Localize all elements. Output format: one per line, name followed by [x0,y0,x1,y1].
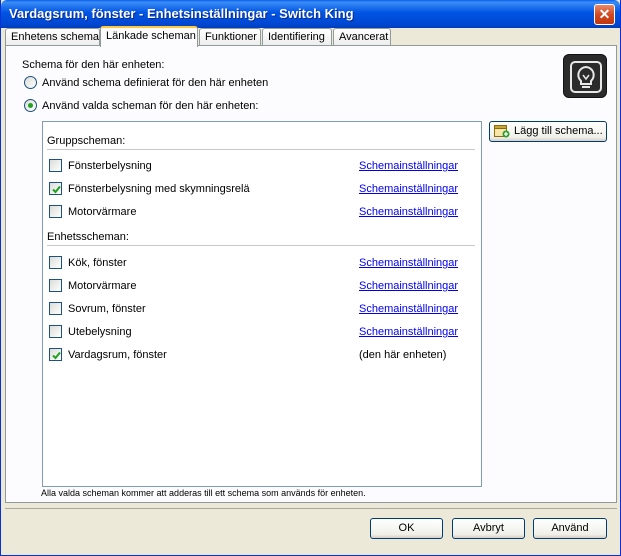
checkbox-kok-fonster[interactable] [49,256,62,269]
tab-avancerat[interactable]: Avancerat [333,28,391,46]
list-item: Sovrum, fönster Schemainställningar [43,299,481,317]
add-schedule-icon [494,125,510,138]
checkbox-fonsterbelysning-skymningsrela[interactable] [49,182,62,195]
window-title: Vardagsrum, fönster - Enhetsinställninga… [9,6,354,21]
schedule-settings-link[interactable]: Schemainställningar [359,160,458,172]
close-button[interactable]: ✕ [594,4,615,25]
checkmark-icon [52,351,61,360]
apply-button[interactable]: Använd [533,518,607,539]
group-divider [47,245,475,246]
schedule-settings-link[interactable]: Schemainställningar [359,257,458,269]
checkbox-utebelysning[interactable] [49,325,62,338]
group-schedules-header: Gruppscheman: [47,135,126,147]
schedule-settings-link[interactable]: Schemainställningar [359,303,458,315]
list-item: Fönsterbelysning med skymningsrelä Schem… [43,179,481,197]
item-label: Fönsterbelysning [68,160,152,172]
item-label: Motorvärmare [68,280,137,292]
checkbox-vardagsrum-fonster[interactable] [49,348,62,361]
radio-selected-schedules[interactable] [24,99,37,112]
schedule-settings-link[interactable]: Schemainställningar [359,183,458,195]
item-label: Kök, fönster [68,257,127,269]
schedule-settings-link[interactable]: Schemainställningar [359,280,458,292]
close-icon: ✕ [598,6,611,22]
radio-own-schedule[interactable] [24,76,37,89]
tab-panel: Schema för den här enheten: Använd schem… [5,45,617,503]
list-item: Motorvärmare Schemainställningar [43,202,481,220]
this-unit-note: (den här enheten) [359,349,447,361]
footer-note: Alla valda scheman kommer att adderas ti… [41,488,366,498]
item-label: Vardagsrum, fönster [68,349,167,361]
schedule-list[interactable]: Gruppscheman: Fönsterbelysning Schemains… [42,121,482,487]
lightbulb-icon [563,54,607,98]
checkbox-motorvarmare-unit[interactable] [49,279,62,292]
schedule-settings-link[interactable]: Schemainställningar [359,326,458,338]
tab-funktioner[interactable]: Funktioner [199,28,261,46]
radio-selected-schedules-label[interactable]: Använd valda scheman för den här enheten… [42,100,258,112]
radio-own-schedule-label[interactable]: Använd schema definierat för den här enh… [42,77,268,89]
group-divider [47,149,475,150]
ok-button[interactable]: OK [370,518,443,539]
list-item: Vardagsrum, fönster (den här enheten) [43,345,481,363]
list-item: Fönsterbelysning Schemainställningar [43,156,481,174]
tab-identifiering[interactable]: Identifiering [262,28,332,46]
checkbox-sovrum-fonster[interactable] [49,302,62,315]
checkbox-motorvarmare-group[interactable] [49,205,62,218]
cancel-button[interactable]: Avbryt [452,518,525,539]
add-schedule-button[interactable]: Lägg till schema... [489,121,607,142]
schedule-heading: Schema för den här enheten: [22,59,165,71]
radio-selected-dot [28,103,33,108]
unit-schedules-header: Enhetsscheman: [47,231,129,243]
list-item: Utebelysning Schemainställningar [43,322,481,340]
item-label: Utebelysning [68,326,132,338]
checkbox-fonsterbelysning[interactable] [49,159,62,172]
item-label: Motorvärmare [68,206,137,218]
list-item: Kök, fönster Schemainställningar [43,253,481,271]
schedule-settings-link[interactable]: Schemainställningar [359,206,458,218]
checkmark-icon [52,185,61,194]
item-label: Sovrum, fönster [68,303,146,315]
bottom-separator [5,508,617,509]
list-item: Motorvärmare Schemainställningar [43,276,481,294]
tab-lankade-scheman[interactable]: Länkade scheman [100,26,198,47]
title-bar[interactable]: Vardagsrum, fönster - Enhetsinställninga… [1,0,620,28]
item-label: Fönsterbelysning med skymningsrelä [68,183,250,195]
add-schedule-label: Lägg till schema... [514,125,603,137]
dialog-window: Vardagsrum, fönster - Enhetsinställninga… [0,0,621,556]
tab-enhetens-schema[interactable]: Enhetens schema [5,28,100,46]
